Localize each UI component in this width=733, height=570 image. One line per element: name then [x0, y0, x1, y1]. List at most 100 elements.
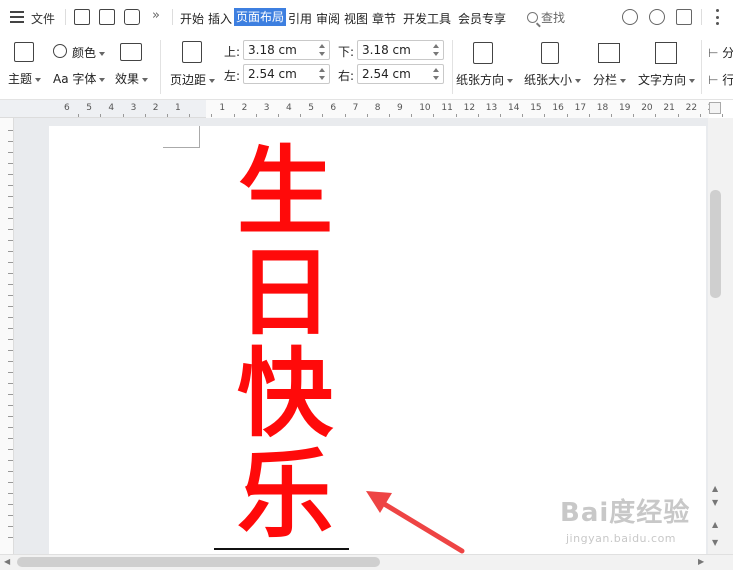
ruler-tick — [277, 114, 279, 117]
more-options-icon[interactable] — [716, 9, 719, 25]
ruler-tick — [8, 141, 13, 142]
ruler-tick — [655, 114, 657, 117]
ruler-tick — [8, 262, 13, 263]
margin-left-stepper[interactable] — [318, 66, 326, 82]
scroll-left-icon[interactable]: ◀ — [4, 557, 10, 566]
tab-view[interactable]: 视图 — [344, 10, 368, 27]
vertical-scroll-thumb[interactable] — [710, 190, 721, 298]
more-commands-icon[interactable]: » — [152, 8, 160, 23]
ruler-tick — [8, 251, 13, 252]
tab-review[interactable]: 审阅 — [316, 10, 340, 27]
vertical-ruler[interactable] — [0, 118, 14, 554]
orientation-button[interactable]: 纸张方向 — [456, 71, 514, 88]
colors-button[interactable]: 颜色 — [72, 44, 106, 61]
margin-top-stepper[interactable] — [318, 42, 326, 58]
tab-chapter[interactable]: 章节 — [372, 10, 396, 27]
ruler-tick — [588, 114, 590, 117]
tab-insert[interactable]: 插入 — [208, 10, 232, 27]
ruler-tick — [499, 114, 501, 117]
ruler-number: 2 — [241, 103, 248, 113]
text-direction-icon[interactable] — [655, 42, 677, 64]
margins-icon[interactable] — [182, 41, 202, 63]
margin-top-value: 3.18 cm — [248, 43, 297, 57]
share-icon[interactable] — [676, 9, 692, 25]
baidu-watermark-logo: Bai度经验 jingyan.baidu.com — [560, 492, 691, 545]
palette-icon[interactable] — [53, 44, 67, 58]
orientation-icon[interactable] — [473, 42, 493, 64]
user-icon[interactable] — [649, 9, 665, 25]
tab-home[interactable]: 开始 — [180, 10, 204, 27]
ruler-tick — [433, 114, 435, 117]
horizontal-ruler[interactable]: 6 5 4 3 2 1 1 2 3 4 5 6 7 8 9 10 11 12 13 14 15 16 17 18 19 20 21 2… — [0, 100, 723, 118]
margin-left-value: 2.54 cm — [248, 67, 297, 81]
ruler-tick — [8, 350, 13, 351]
margin-bottom-field[interactable]: 3.18 cm — [357, 40, 444, 60]
ruler-tick — [8, 284, 13, 285]
ribbon-overflow-item-1[interactable]: ⊢ 分 — [708, 44, 733, 61]
theme-icon[interactable] — [14, 42, 34, 62]
fonts-button[interactable]: Aa 字体 — [53, 70, 106, 87]
margin-right-field[interactable]: 2.54 cm — [357, 64, 444, 84]
page-size-button[interactable]: 纸张大小 — [524, 71, 582, 88]
ruler-tick — [322, 114, 324, 117]
print-icon[interactable] — [124, 9, 140, 25]
ruler-tick — [211, 114, 213, 117]
margin-right-stepper[interactable] — [432, 66, 440, 82]
effects-icon[interactable] — [120, 43, 142, 61]
next-page-icon[interactable]: ▼ — [712, 538, 718, 547]
save-icon[interactable] — [74, 9, 90, 25]
ruler-tick — [8, 361, 13, 362]
theme-button[interactable]: 主题 — [8, 70, 42, 87]
columns-button[interactable]: 分栏 — [593, 71, 627, 88]
margin-left-field[interactable]: 2.54 cm — [243, 64, 330, 84]
margin-bottom-label: 下: — [338, 45, 355, 59]
ruler-tick — [8, 438, 13, 439]
cloud-sync-icon[interactable] — [622, 9, 638, 25]
ruler-tick — [8, 174, 13, 175]
columns-icon[interactable] — [598, 43, 620, 63]
ruler-number: 6 — [64, 103, 70, 113]
ruler-number: 16 — [552, 103, 564, 113]
ruler-number: 3 — [263, 103, 270, 113]
tab-page-layout[interactable]: 页面布局 — [234, 8, 287, 26]
text-direction-button[interactable]: 文字方向 — [638, 71, 696, 88]
ruler-number: 1 — [219, 103, 226, 113]
document-text[interactable]: 生日快乐 — [237, 142, 333, 546]
ruler-number: 19 — [619, 103, 631, 113]
ruler-tick — [8, 328, 13, 329]
ruler-tick — [8, 515, 13, 516]
ruler-tick — [233, 114, 235, 117]
ruler-tick — [366, 114, 368, 117]
overflow-label-1: 分 — [722, 46, 733, 60]
ruler-number: 15 — [530, 103, 542, 113]
tab-developer[interactable]: 开发工具 — [403, 10, 451, 27]
watermark-brand: Bai度经验 — [560, 498, 691, 528]
tab-member[interactable]: 会员专享 — [458, 10, 506, 27]
previous-page-icon[interactable]: ▲ — [712, 520, 718, 529]
scroll-right-icon[interactable]: ▶ — [698, 557, 704, 566]
ruler-number: 11 — [441, 103, 453, 113]
margins-button[interactable]: 页边距 — [170, 71, 216, 88]
file-menu[interactable]: 文件 — [31, 10, 55, 27]
scroll-down-icon[interactable]: ▼ — [712, 498, 718, 507]
ruler-number: 4 — [108, 103, 115, 113]
ruler-tick — [522, 114, 524, 117]
margin-top-field[interactable]: 3.18 cm — [243, 40, 330, 60]
page-size-label: 纸张大小 — [524, 73, 573, 87]
columns-label: 分栏 — [593, 73, 618, 87]
horizontal-scroll-thumb[interactable] — [17, 557, 380, 567]
search-box[interactable]: 查找 — [527, 9, 565, 26]
scroll-up-icon[interactable]: ▲ — [712, 484, 718, 493]
ribbon-overflow-item-2[interactable]: ⊢ 行 — [708, 71, 733, 88]
divider — [160, 40, 161, 94]
ruler-tick — [78, 114, 80, 117]
ruler-toggle-button[interactable] — [709, 102, 721, 114]
menu-icon[interactable] — [10, 11, 24, 23]
effects-button[interactable]: 效果 — [115, 70, 149, 87]
margin-bottom-stepper[interactable] — [432, 42, 440, 58]
font-aa-icon: Aa — [53, 72, 69, 86]
export-pdf-icon[interactable] — [99, 9, 115, 25]
tab-references[interactable]: 引用 — [288, 10, 312, 27]
ruler-tick — [8, 537, 13, 538]
page-size-icon[interactable] — [541, 42, 559, 64]
